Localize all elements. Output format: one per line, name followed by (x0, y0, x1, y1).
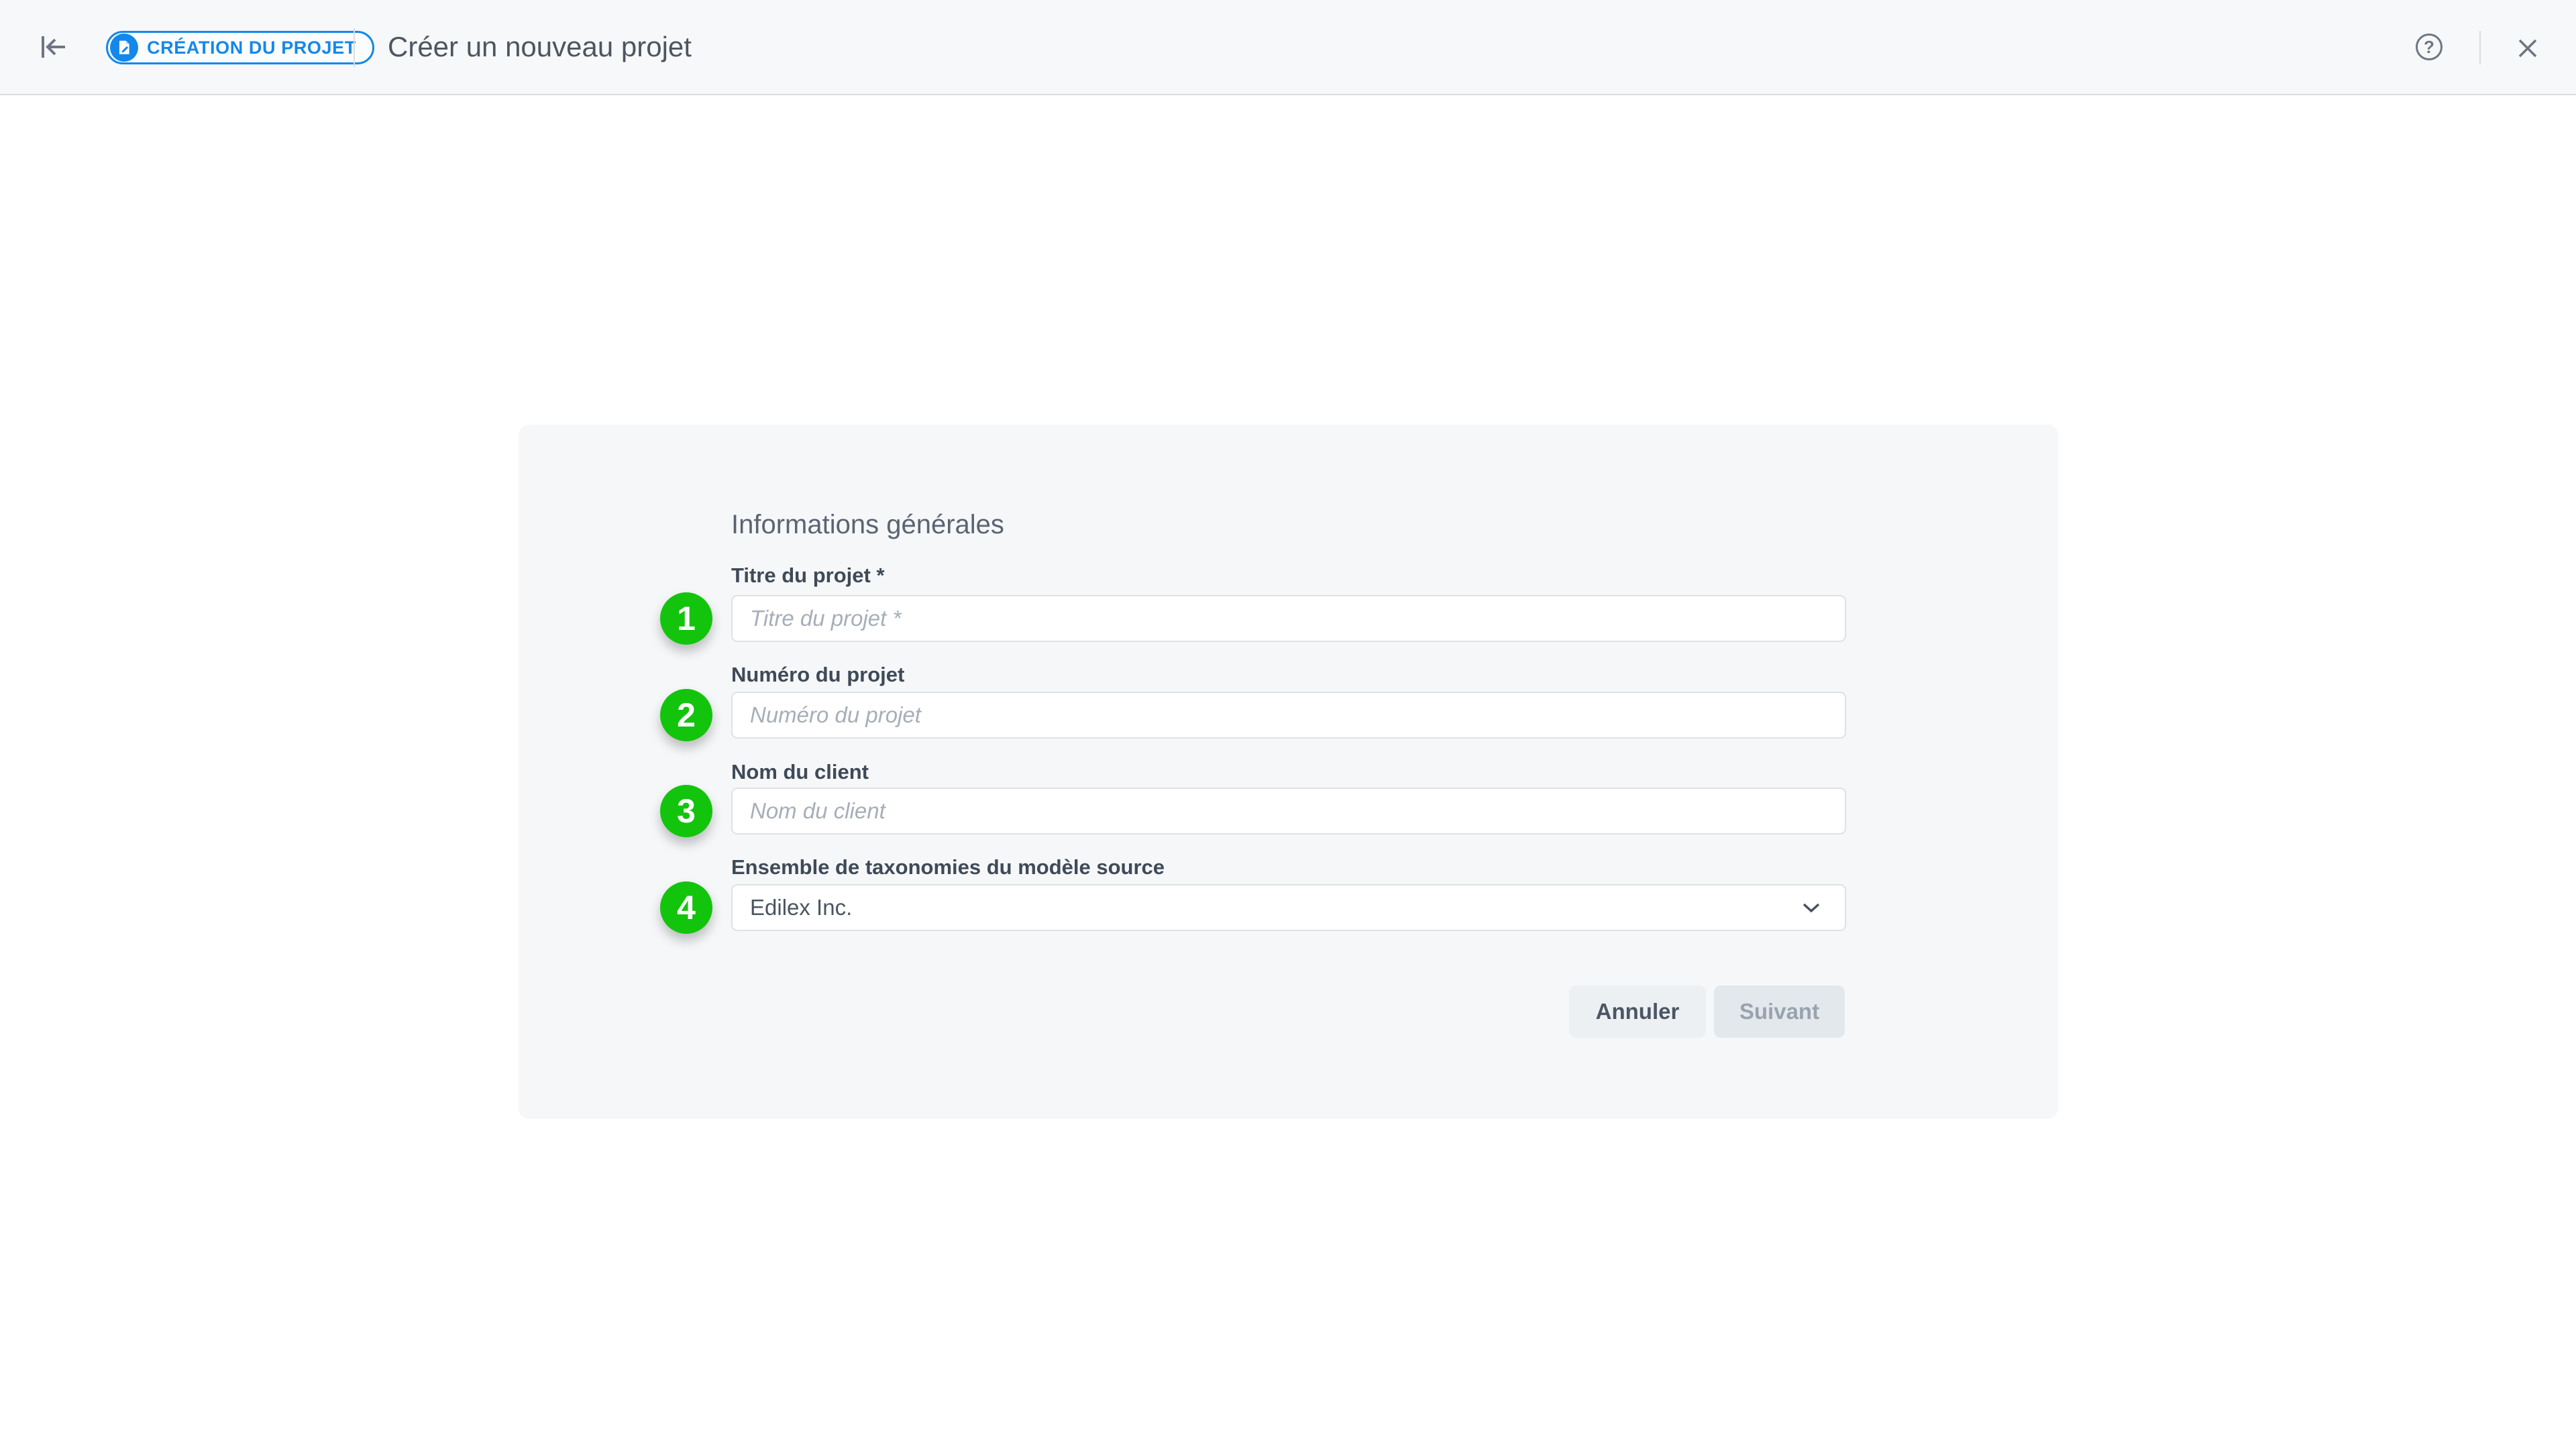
project-creation-dialog: CRÉATION DU PROJET Créer un nouveau proj… (0, 0, 2576, 1449)
header-divider (354, 28, 355, 67)
step-marker-2: 2 (660, 689, 712, 741)
next-button[interactable]: Suivant (1714, 985, 1845, 1038)
field-label-numero-du-projet: Numéro du projet (731, 663, 904, 687)
close-icon (2516, 37, 2539, 60)
step-marker-1: 1 (660, 592, 712, 645)
question-mark-icon: ? (2424, 38, 2434, 56)
numero-du-projet-input[interactable] (731, 692, 1846, 739)
step-marker-4: 4 (660, 881, 712, 934)
taxonomies-select[interactable]: Edilex Inc. (731, 884, 1846, 931)
help-button[interactable]: ? (2416, 34, 2443, 60)
page-title: Créer un nouveau projet (388, 0, 692, 94)
step-marker-2-number: 2 (677, 696, 696, 735)
step-marker-4-number: 4 (677, 888, 696, 927)
collapse-back-button[interactable] (32, 25, 75, 68)
creation-status-badge: CRÉATION DU PROJET (106, 31, 374, 64)
cancel-button[interactable]: Annuler (1569, 985, 1706, 1038)
step-marker-3-number: 3 (677, 792, 696, 830)
chevron-down-icon (1802, 902, 1821, 913)
edit-document-icon (110, 34, 138, 62)
taxonomies-selected-value: Edilex Inc. (750, 895, 852, 920)
step-marker-3: 3 (660, 785, 712, 837)
form-heading: Informations générales (731, 510, 1004, 540)
step-marker-1-number: 1 (677, 599, 696, 638)
nom-du-client-input[interactable] (731, 788, 1846, 835)
header-divider (2479, 31, 2481, 64)
header-bar: CRÉATION DU PROJET Créer un nouveau proj… (0, 0, 2576, 95)
collapse-left-icon (38, 33, 69, 61)
field-label-titre-du-projet: Titre du projet * (731, 564, 885, 588)
field-label-nom-du-client: Nom du client (731, 760, 869, 784)
close-button[interactable] (2514, 35, 2541, 62)
badge-label: CRÉATION DU PROJET (147, 38, 356, 58)
field-label-taxonomies: Ensemble de taxonomies du modèle source (731, 855, 1165, 879)
titre-du-projet-input[interactable] (731, 595, 1846, 642)
